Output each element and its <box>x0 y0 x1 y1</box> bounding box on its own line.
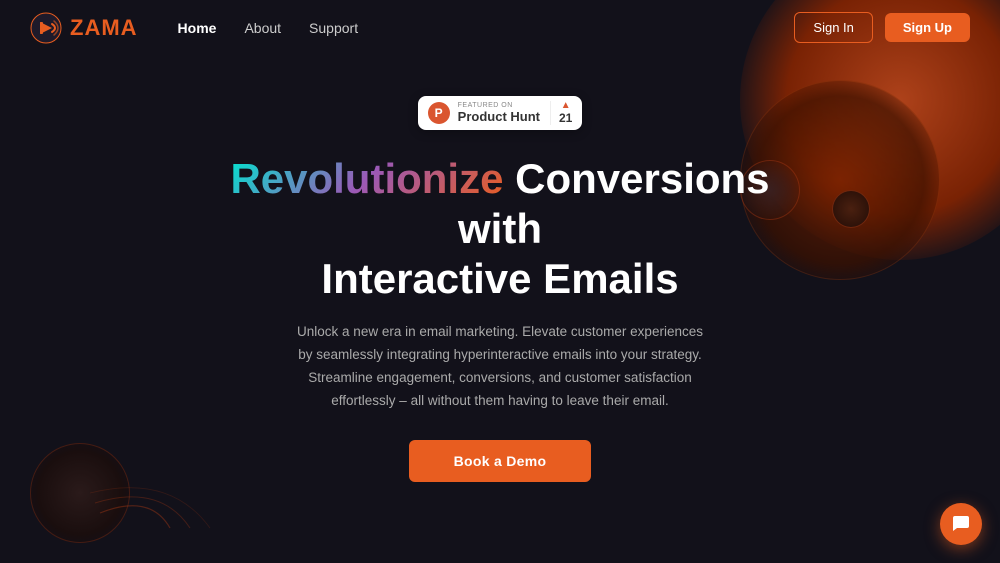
hero-title-line2: Interactive Emails <box>200 254 800 304</box>
hero-title-line1: Revolutionize Conversions with <box>200 154 800 255</box>
nav-support[interactable]: Support <box>309 20 358 36</box>
nav-about[interactable]: About <box>244 20 281 36</box>
chat-bubble-button[interactable] <box>940 503 982 545</box>
ph-featured-label: FEATURED ON <box>458 102 513 109</box>
logo-text: ZAMA <box>70 15 138 41</box>
book-demo-button[interactable]: Book a Demo <box>409 440 592 482</box>
ph-vote-section: ▲ 21 <box>550 101 572 125</box>
navbar: ZAMA Home About Support Sign In Sign Up <box>0 0 1000 55</box>
ph-vote-arrow-icon: ▲ <box>561 101 571 111</box>
nav-links: Home About Support <box>178 20 795 36</box>
product-hunt-text: FEATURED ON Product Hunt <box>458 102 540 124</box>
signup-button[interactable]: Sign Up <box>885 13 970 42</box>
chat-icon <box>951 514 971 534</box>
hero-title: Revolutionize Conversions with Interacti… <box>200 154 800 305</box>
nav-actions: Sign In Sign Up <box>794 12 970 43</box>
logo[interactable]: ZAMA <box>30 12 138 44</box>
ph-name: Product Hunt <box>458 109 540 124</box>
hero-subtitle: Unlock a new era in email marketing. Ele… <box>290 321 710 413</box>
hero-gradient-word: Revolutionize <box>230 155 503 202</box>
hero-title-rest: Conversions with <box>458 155 770 252</box>
signin-button[interactable]: Sign In <box>794 12 872 43</box>
ph-vote-count: 21 <box>559 111 572 125</box>
logo-icon <box>30 12 62 44</box>
product-hunt-logo: P <box>428 102 450 124</box>
nav-home[interactable]: Home <box>178 20 217 36</box>
product-hunt-badge[interactable]: P FEATURED ON Product Hunt ▲ 21 <box>418 96 583 130</box>
main-content: P FEATURED ON Product Hunt ▲ 21 Revoluti… <box>0 55 1000 563</box>
